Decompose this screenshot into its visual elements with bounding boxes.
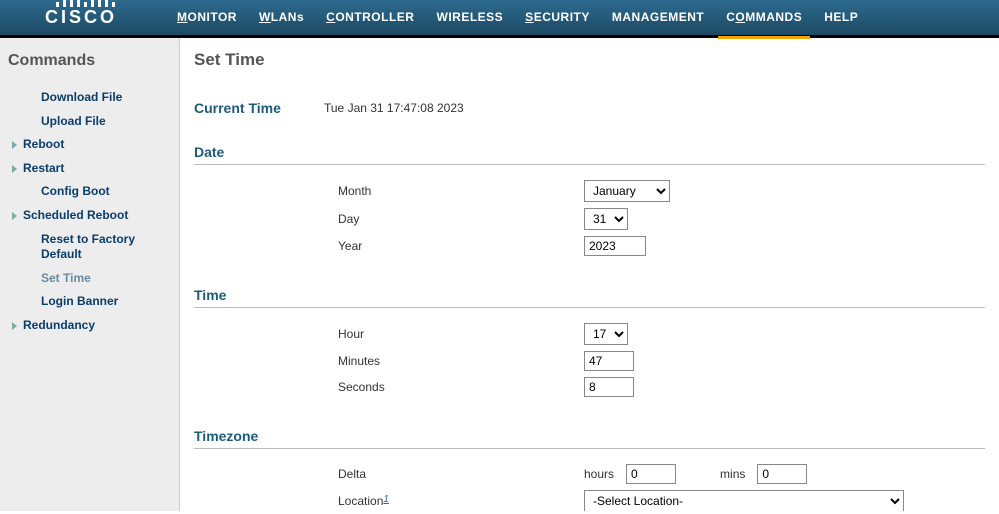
sidebar-item-label: Restart (23, 161, 64, 177)
sidebar-item-scheduled-reboot[interactable]: Scheduled Reboot (8, 204, 169, 228)
location-row: Location1 -Select Location- (194, 487, 985, 511)
day-label: Day (194, 212, 442, 226)
current-time-row: Current Time Tue Jan 31 17:47:08 2023 (194, 100, 985, 116)
nav-management[interactable]: MANAGEMENT (612, 10, 704, 26)
content-area: Set Time Current Time Tue Jan 31 17:47:0… (180, 38, 999, 511)
minutes-label: Minutes (194, 354, 442, 368)
page-title: Set Time (194, 50, 985, 70)
nav-security-label: ECURITY (534, 10, 590, 24)
primary-nav: MONITOR WLANs CONTROLLER WIRELESS SECURI… (177, 10, 858, 26)
nav-commands-label: C (726, 10, 735, 24)
sidebar-item-login-banner[interactable]: Login Banner (8, 290, 169, 314)
month-label: Month (194, 184, 442, 198)
location-label: Location1 (194, 494, 442, 508)
current-time-label: Current Time (194, 100, 324, 116)
nav-wlans-label: LANs (271, 10, 304, 24)
nav-wireless-label: W (436, 10, 448, 24)
nav-management-label: M (612, 10, 623, 24)
sidebar: Commands Download File Upload File Reboo… (0, 38, 180, 511)
month-row: Month January (194, 177, 985, 205)
sidebar-item-label: Config Boot (41, 184, 110, 200)
sidebar-item-upload-file[interactable]: Upload File (8, 110, 169, 134)
date-section-header: Date (194, 144, 985, 165)
sidebar-item-restart[interactable]: Restart (8, 157, 169, 181)
nav-monitor[interactable]: MONITOR (177, 10, 237, 26)
current-time-value: Tue Jan 31 17:47:08 2023 (324, 101, 464, 115)
sidebar-item-label: Reset to Factory Default (41, 232, 169, 263)
month-select[interactable]: January (584, 180, 670, 202)
sidebar-item-label: Upload File (41, 114, 106, 130)
location-select[interactable]: -Select Location- (584, 490, 904, 511)
delta-label: Delta (194, 467, 442, 481)
year-input[interactable] (584, 236, 646, 256)
sidebar-item-label: Login Banner (41, 294, 118, 310)
nav-controller[interactable]: CONTROLLER (326, 10, 414, 26)
seconds-label: Seconds (194, 380, 442, 394)
sidebar-item-set-time[interactable]: Set Time (8, 267, 169, 291)
minutes-input[interactable] (584, 351, 634, 371)
sidebar-item-label: Scheduled Reboot (23, 208, 128, 224)
minutes-row: Minutes (194, 348, 985, 374)
hour-row: Hour 17 (194, 320, 985, 348)
sidebar-item-reboot[interactable]: Reboot (8, 133, 169, 157)
hour-select[interactable]: 17 (584, 323, 628, 345)
sidebar-item-download-file[interactable]: Download File (8, 86, 169, 110)
sidebar-item-label: Reboot (23, 137, 64, 153)
main-shell: Commands Download File Upload File Reboo… (0, 38, 999, 511)
year-label: Year (194, 239, 442, 253)
delta-hours-label: hours (584, 467, 614, 481)
sidebar-item-label: Download File (41, 90, 122, 106)
day-select[interactable]: 31 (584, 208, 628, 230)
timezone-section-header: Timezone (194, 428, 985, 449)
nav-help[interactable]: HELP (824, 10, 858, 26)
seconds-input[interactable] (584, 377, 634, 397)
nav-commands[interactable]: COMMANDS (726, 10, 802, 26)
brand-text: CISCO (45, 7, 117, 27)
chevron-right-icon (12, 322, 17, 330)
nav-wlans[interactable]: WLANs (259, 10, 304, 26)
seconds-row: Seconds (194, 374, 985, 400)
chevron-right-icon (12, 141, 17, 149)
nav-wireless[interactable]: WIRELESS (436, 10, 503, 26)
chevron-right-icon (12, 165, 17, 173)
year-row: Year (194, 233, 985, 259)
chevron-right-icon (12, 212, 17, 220)
top-nav-bar: CISCO MONITOR WLANs CONTROLLER WIRELESS … (0, 0, 999, 38)
nav-controller-label: ONTROLLER (335, 10, 414, 24)
sidebar-title: Commands (8, 52, 169, 70)
time-section-header: Time (194, 287, 985, 308)
sidebar-item-label: Set Time (41, 271, 91, 287)
sidebar-item-config-boot[interactable]: Config Boot (8, 180, 169, 204)
day-row: Day 31 (194, 205, 985, 233)
nav-security[interactable]: SECURITY (525, 10, 590, 26)
brand-logo: CISCO (45, 7, 117, 28)
nav-monitor-label: ONITOR (188, 10, 237, 24)
sidebar-item-reset-factory[interactable]: Reset to Factory Default (8, 228, 169, 267)
sidebar-item-label: Redundancy (23, 318, 95, 334)
logo-bars-icon (45, 0, 125, 7)
delta-mins-label: mins (720, 467, 745, 481)
delta-hours-input[interactable] (626, 464, 676, 484)
nav-help-label: HELP (824, 10, 858, 24)
delta-mins-input[interactable] (757, 464, 807, 484)
location-footnote-link[interactable]: 1 (383, 494, 389, 505)
sidebar-item-redundancy[interactable]: Redundancy (8, 314, 169, 338)
delta-row: Delta hours mins (194, 461, 985, 487)
hour-label: Hour (194, 327, 442, 341)
